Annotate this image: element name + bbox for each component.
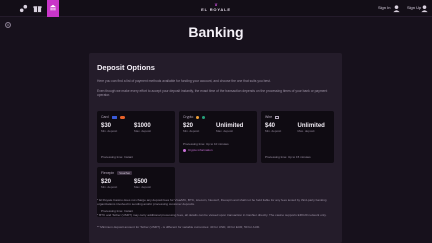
bitcoin-icon xyxy=(196,115,200,119)
method-card-flexepin[interactable]: Flexepin Voucher $20 Min. deposit $500 Max… xyxy=(97,167,175,217)
crypto-info-link[interactable]: Crypto information xyxy=(183,148,213,152)
method-name: Flexepin xyxy=(101,171,115,175)
min-deposit-label: Min. deposit xyxy=(265,129,282,133)
banking-tab[interactable] xyxy=(47,0,59,17)
fee-note-1: * El Royale Casino does not charge any d… xyxy=(97,198,327,207)
intro-text-1: Here you can find a list of payment meth… xyxy=(97,79,271,83)
intro-text-2: Even though we make every effort to acce… xyxy=(97,89,328,98)
sign-in-button[interactable]: Sign In xyxy=(378,5,390,10)
crypto-info-label: Crypto information xyxy=(188,148,213,152)
min-deposit-label: Min. deposit xyxy=(101,185,118,189)
processing-time: Processing time: Instant xyxy=(101,155,134,159)
max-deposit-label: Max. deposit xyxy=(134,129,152,133)
mastercard-icon xyxy=(119,115,125,119)
info-icon xyxy=(183,148,186,152)
banking-icon xyxy=(49,4,57,11)
gift-icon[interactable] xyxy=(32,3,43,14)
deposit-options-panel: Deposit Options Here you can find a list… xyxy=(89,53,342,243)
method-name: Crypto xyxy=(183,115,194,119)
processing-time: Processing time: Up to 10 minutes xyxy=(183,142,229,146)
fee-note-3: ** Minimum deposit amount for Tether (US… xyxy=(97,225,261,229)
top-bar: ♛ EL ROYALE Sign In Sign Up xyxy=(0,0,432,17)
method-name: Card xyxy=(101,115,109,119)
max-deposit-label: Max. deposit xyxy=(134,185,152,189)
logo-text: EL ROYALE xyxy=(201,7,231,12)
method-card-wire[interactable]: Wire $40 Min. deposit Unlimited Max. depos… xyxy=(261,111,334,163)
sign-in-icon[interactable] xyxy=(391,3,402,14)
method-card-card[interactable]: Card $30 Min. deposit $1000 Max. deposit P… xyxy=(97,111,175,163)
promotions-icon[interactable] xyxy=(18,3,29,14)
method-name: Wire xyxy=(265,115,273,119)
max-deposit-label: Max. deposit xyxy=(297,129,315,133)
visa-icon xyxy=(111,115,117,119)
method-card-crypto[interactable]: Crypto $20 Min. deposit Unlimited Max. dep… xyxy=(179,111,257,163)
page-title: Banking xyxy=(188,24,244,40)
logo[interactable]: ♛ EL ROYALE xyxy=(198,3,234,14)
tether-icon xyxy=(202,115,206,119)
min-deposit-label: Min. deposit xyxy=(101,129,118,133)
fee-note-2: * BTC and Tether (USDT) may carry additi… xyxy=(97,213,327,217)
max-deposit-label: Max. deposit xyxy=(216,129,234,133)
panel-title: Deposit Options xyxy=(97,63,155,72)
sign-up-icon[interactable] xyxy=(419,3,430,14)
min-deposit-label: Min. deposit xyxy=(183,129,200,133)
voucher-badge: Voucher xyxy=(117,171,133,175)
processing-time: Processing time: Up to 15 minutes xyxy=(265,155,311,159)
bank-icon xyxy=(275,115,280,119)
